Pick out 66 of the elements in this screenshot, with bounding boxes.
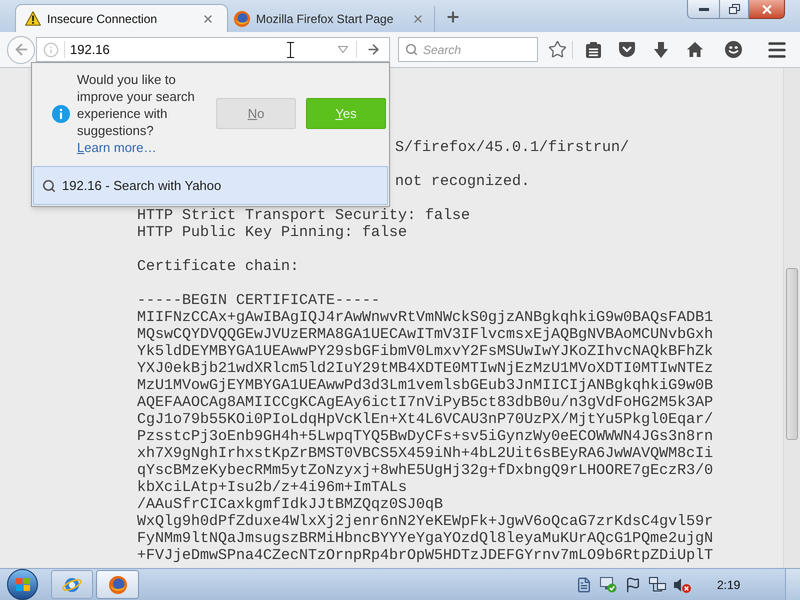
star-icon xyxy=(548,40,566,59)
certificate-line: AQEFAAOCAg8AMIICCgKCAgEAy6ictI7nViPyB5ct83dbB0u/n3gVdFoHG2M5k3AP xyxy=(137,394,714,411)
download-icon xyxy=(654,42,668,58)
restore-icon xyxy=(728,4,740,14)
network-icon[interactable] xyxy=(649,576,666,592)
certificate-line: CgJ1o79b55KOi0PIoLdqHpVcKlEn+Xt4L6VCAU3nP70UzPX/MjtYu5Pkgl0Eqar/ xyxy=(137,411,714,428)
search-suggestion-item[interactable]: 192.16 - Search with Yahoo xyxy=(33,166,388,205)
minimize-icon xyxy=(698,8,708,10)
taskbar-app-button[interactable] xyxy=(51,570,93,599)
ringed-globe-icon xyxy=(62,576,82,594)
scrollbar-thumb[interactable] xyxy=(786,268,798,440)
search-icon xyxy=(405,43,418,56)
certificate-line: WxQlg9h0dPfZduxe4WlxXj2jenr6nN2YeKEWpFk+JgwV6oQcaG7zrKdsC4gvl59r xyxy=(137,513,714,530)
monitor-check-icon[interactable] xyxy=(600,576,617,592)
text-cursor-icon xyxy=(287,42,294,58)
start-button[interactable] xyxy=(7,569,38,600)
address-input[interactable]: 192.16 xyxy=(70,40,338,60)
certificate-line: FyNMm9ltNQaJmsugszBRMiHbncBYYYeYgaYOzdQl8leyaMuKUrAQcG1PQme2ujgN xyxy=(137,530,714,547)
clipboard-list-icon xyxy=(586,42,600,58)
page-text-line: S/firefox/45.0.1/firstrun/ xyxy=(395,139,630,156)
certificate-line: PzsstcPj3oEnb9GH4h+5LwpqTYQ5BwDyCFs+sv5iGynzWy0eECOWWWN4JGs3n8rn xyxy=(137,428,714,445)
search-icon xyxy=(42,178,56,192)
home-icon xyxy=(687,42,703,57)
flag-icon[interactable] xyxy=(625,576,641,592)
info-icon xyxy=(43,42,59,58)
dropdown-icon xyxy=(338,46,348,53)
globe-icon xyxy=(234,11,250,27)
certificate-line: /AAuSfrCICaxkgmfIdkJJtBMZQqz0SJ0qB xyxy=(137,496,444,513)
certificate-line: -----BEGIN CERTIFICATE----- xyxy=(137,292,380,309)
taskbar-app-button[interactable] xyxy=(96,570,139,599)
certificate-line: qYscBMzeKybecRMm5ytZoNzyxj+8whE5UgHj32g+fDxbngQ9rLHOORE7gEczR3/0 xyxy=(137,462,714,479)
shield-chevron-icon xyxy=(619,42,635,57)
certificate-line: MQswCQYDVQQGEwJVUzERMA8GA1UECAwITmV3IFlvcmsxEjAQBgNVBAoMCUNvbGxh xyxy=(137,326,714,343)
plus-icon xyxy=(445,9,461,25)
certificate-line: YXJ0ekBjb21wdXRlcm5ld2IuY29tMB4XDTE0MTIwNjEzMzU1MVoXDTI0MTIwNTEz xyxy=(137,360,714,377)
close-icon xyxy=(412,13,424,25)
certificate-line: MzU1MVowGjEYMBYGA1UEAwwPd3d3Lm1vemlsbGEub3JnMIICIjANBgkqhkiG9w0B xyxy=(137,377,714,394)
search-input[interactable]: Search xyxy=(423,40,537,58)
certificate-line: Yk5ldDEYMBYGA1UEAwwPY29sbGFibmV0LmxvY2FsMSUwIwYJKoZIhvcNAQkBFhZk xyxy=(137,343,714,360)
address-field[interactable]: 192.16 xyxy=(36,37,390,62)
search-field[interactable]: Search xyxy=(398,37,538,62)
warning-icon xyxy=(25,11,41,26)
learn-more-link[interactable]: Learn more… xyxy=(77,139,156,156)
info-icon xyxy=(52,105,70,123)
go-arrow-icon xyxy=(366,42,381,57)
smiley-icon xyxy=(724,41,742,58)
restore-button[interactable] xyxy=(720,0,749,19)
page-text-line: not recognized. xyxy=(395,173,530,190)
close-icon xyxy=(762,4,772,14)
certificate-line: kbXciLAtp+Isu2b/z+4i96m+ImTALs xyxy=(137,479,408,496)
globe-icon xyxy=(108,576,126,594)
close-window-button[interactable] xyxy=(749,0,785,19)
close-icon xyxy=(202,12,214,24)
clock: 2:19 xyxy=(717,576,740,594)
section-heading: Certificate chain: xyxy=(137,258,300,275)
certificate-line: +FVJjeDmwSPna4CZecNTzOrnpRp4brOpW5HDTzJDEFGYrnv7mLO9b6RtpZDiUplT xyxy=(137,547,714,564)
page-text-line: HTTP Strict Transport Security: false xyxy=(137,207,470,224)
document-icon[interactable] xyxy=(576,576,592,592)
suggestion-message: Would you like to improve your search experience with suggestions? xyxy=(77,71,196,139)
certificate-line: MIIFNzCCAx+gAwIBAgIQJ4rAwWnwvRtVmNWckS0gjzANBgkqhkiG9w0BAQsFADB1 xyxy=(137,309,714,326)
page-text-line: HTTP Public Key Pinning: false xyxy=(137,224,408,241)
speaker-muted-icon[interactable] xyxy=(674,576,691,592)
four-squares-icon xyxy=(16,578,30,591)
browser-tab[interactable]: Insecure Connection xyxy=(15,4,228,32)
minimize-button[interactable] xyxy=(687,0,720,19)
certificate-line: xh7X9gNghIrhxstKpZrBMST0VBCS5X459iNh+4bL2Uit6sBEyRA6JwWAVQWM8cIi xyxy=(137,445,714,462)
